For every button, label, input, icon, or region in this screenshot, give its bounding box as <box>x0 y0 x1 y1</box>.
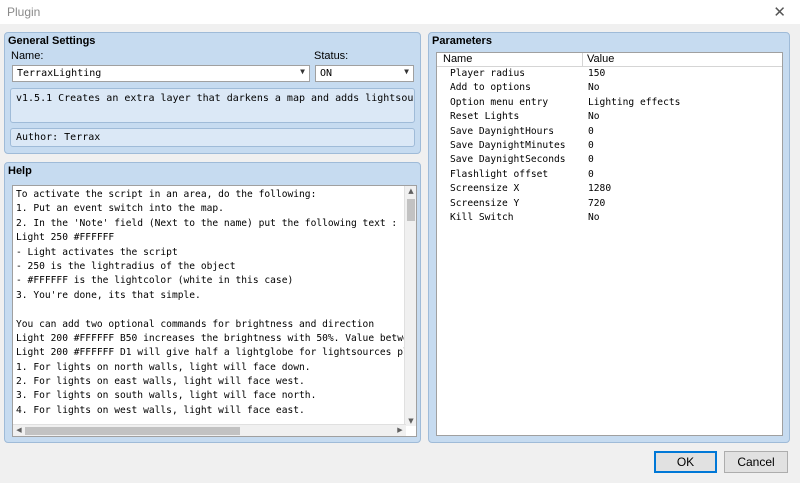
param-name: Save DaynightMinutes <box>450 139 566 151</box>
param-name: Add to options <box>450 82 531 94</box>
help-panel: Help To activate the script in an area, … <box>4 162 421 443</box>
param-value: No <box>588 111 600 123</box>
table-row[interactable]: Save DaynightHours 0 <box>437 125 782 139</box>
parameters-table: Name Value Player radius 150 Add to option… <box>436 52 783 436</box>
param-value: 0 <box>588 125 594 137</box>
param-value: 0 <box>588 139 594 151</box>
plugin-description: v1.5.1 Creates an extra layer that darke… <box>10 88 415 123</box>
scroll-down-icon[interactable]: ▼ <box>405 417 416 425</box>
help-line: To activate the script in an area, do th… <box>16 189 317 200</box>
scroll-up-icon[interactable]: ▲ <box>405 187 416 195</box>
table-row[interactable]: Screensize Y 720 <box>437 197 782 211</box>
column-divider[interactable] <box>582 53 583 67</box>
help-line: - 250 is the lightradius of the object <box>16 260 236 272</box>
help-textarea[interactable]: To activate the script in an area, do th… <box>12 185 417 437</box>
param-value: No <box>588 211 600 223</box>
name-label: Name: <box>11 50 44 62</box>
param-name: Player radius <box>450 68 526 79</box>
help-line: 1. For lights on north walls, light will… <box>16 361 311 373</box>
help-line: Light 250 #FFFFFF <box>16 232 115 244</box>
status-select[interactable]: ON ▼ <box>315 65 414 82</box>
status-select-value: ON <box>320 68 333 79</box>
table-row[interactable]: Option menu entry Lighting effects <box>437 96 782 110</box>
param-name: Screensize X <box>450 183 520 195</box>
title-bar: Plugin ✕ <box>0 0 800 24</box>
general-settings-heading: General Settings <box>8 35 96 47</box>
help-vertical-scrollbar[interactable]: ▲ ▼ <box>404 186 416 426</box>
help-text-content: To activate the script in an area, do th… <box>16 188 406 422</box>
chevron-down-icon: ▼ <box>404 67 409 76</box>
plugin-author: Author: Terrax <box>10 128 415 147</box>
help-line: Light 200 #FFFFFF B50 increases the brig… <box>16 332 406 344</box>
parameters-table-header: Name Value <box>437 53 782 67</box>
name-select[interactable]: TerraxLighting ▼ <box>12 65 310 82</box>
help-line: 1. Put an event switch into the map. <box>16 203 224 215</box>
ok-button[interactable]: OK <box>654 451 717 473</box>
help-line: 3. You're done, its that simple. <box>16 289 201 301</box>
close-icon[interactable]: ✕ <box>773 3 786 21</box>
name-select-value: TerraxLighting <box>17 68 102 79</box>
param-value: 0 <box>588 154 594 166</box>
param-name: Save DaynightSeconds <box>450 154 566 166</box>
help-line: - Light activates the script <box>16 246 178 258</box>
param-name: Reset Lights <box>450 111 520 123</box>
table-row[interactable]: Add to options No <box>437 81 782 95</box>
param-value: 0 <box>588 168 594 180</box>
param-value: 720 <box>588 197 606 209</box>
param-value: 1280 <box>588 183 612 195</box>
chevron-down-icon: ▼ <box>300 67 305 76</box>
table-row[interactable]: Kill Switch No <box>437 211 782 225</box>
param-name: Option menu entry <box>450 96 549 108</box>
plugin-description-text: v1.5.1 Creates an extra layer that darke… <box>16 93 415 104</box>
param-value: No <box>588 82 600 94</box>
param-name: Kill Switch <box>450 211 514 223</box>
help-horizontal-scrollbar[interactable]: ◀ ▶ <box>13 424 406 436</box>
window-title: Plugin <box>7 5 41 19</box>
plugin-author-text: Author: Terrax <box>16 132 101 143</box>
column-header-value[interactable]: Value <box>587 53 614 65</box>
help-line: Light 200 #FFFFFF D1 will give half a li… <box>16 347 406 359</box>
help-horizontal-scroll-thumb[interactable] <box>25 427 240 435</box>
scroll-right-icon[interactable]: ▶ <box>394 426 406 434</box>
cancel-button[interactable]: Cancel <box>724 451 788 473</box>
scroll-left-icon[interactable]: ◀ <box>13 426 25 434</box>
column-header-name[interactable]: Name <box>443 53 472 65</box>
help-line: 2. In the 'Note' field (Next to the name… <box>16 217 398 229</box>
param-name: Flashlight offset <box>450 168 549 180</box>
table-row[interactable]: Player radius 150 <box>437 67 782 81</box>
help-line: 4. For lights on west walls, light will … <box>16 404 305 416</box>
param-name: Screensize Y <box>450 197 520 209</box>
status-label: Status: <box>314 50 349 62</box>
help-heading: Help <box>8 165 32 177</box>
help-line: You can add two optional commands for br… <box>16 318 375 330</box>
help-vertical-scroll-thumb[interactable] <box>407 199 415 221</box>
table-row[interactable]: Screensize X 1280 <box>437 182 782 196</box>
param-value: Lighting effects <box>588 96 681 108</box>
table-row[interactable]: Save DaynightSeconds 0 <box>437 153 782 167</box>
table-row[interactable]: Reset Lights No <box>437 110 782 124</box>
param-value: 150 <box>588 68 606 79</box>
help-line: 3. For lights on south walls, light will… <box>16 390 317 402</box>
help-line: - #FFFFFF is the lightcolor (white in th… <box>16 275 294 287</box>
table-row[interactable]: Flashlight offset 0 <box>437 168 782 182</box>
help-line: 2. For lights on east walls, light will … <box>16 376 305 388</box>
parameters-heading: Parameters <box>432 35 492 47</box>
help-line <box>16 303 406 317</box>
general-settings-panel: General Settings Name: TerraxLighting ▼ … <box>4 32 421 154</box>
parameters-panel: Parameters Name Value Player radius 150 Ad… <box>428 32 790 443</box>
param-name: Save DaynightHours <box>450 125 554 137</box>
parameters-rows: Player radius 150 Add to options No Option m… <box>437 67 782 225</box>
table-row[interactable]: Save DaynightMinutes 0 <box>437 139 782 153</box>
